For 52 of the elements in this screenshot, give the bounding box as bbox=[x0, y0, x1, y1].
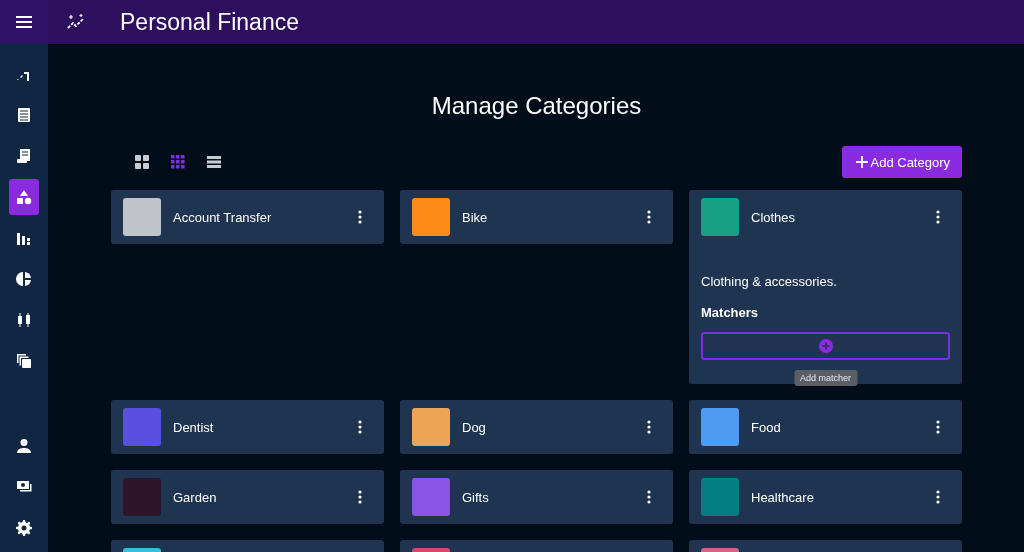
category-name: Gifts bbox=[462, 489, 490, 505]
more-icon bbox=[936, 210, 940, 224]
menu-button[interactable] bbox=[0, 0, 48, 44]
more-icon bbox=[647, 420, 651, 434]
grid-icon bbox=[134, 154, 150, 170]
more-icon bbox=[936, 420, 940, 434]
shapes-icon bbox=[16, 189, 32, 205]
category-name: Bike bbox=[462, 209, 489, 225]
page-title: Manage Categories bbox=[430, 92, 643, 120]
category-card[interactable]: Dentist bbox=[111, 400, 384, 454]
nav-item[interactable] bbox=[9, 179, 39, 215]
category-card[interactable]: Bike bbox=[400, 190, 673, 244]
list-icon bbox=[16, 107, 32, 123]
plus-circle-icon bbox=[818, 339, 833, 353]
person-icon bbox=[16, 438, 32, 454]
copy-icon bbox=[16, 353, 32, 369]
category-name: Healthcare bbox=[751, 489, 815, 505]
add-category-button[interactable]: Add Category bbox=[841, 146, 962, 178]
tooltip: Add matcher bbox=[794, 370, 857, 386]
grid-icon bbox=[170, 154, 186, 170]
more-icon bbox=[647, 210, 651, 224]
list-icon bbox=[206, 154, 222, 170]
matchers-heading: Matchers bbox=[701, 305, 760, 320]
bar-chart-icon bbox=[16, 230, 32, 246]
receipt-icon bbox=[16, 148, 32, 164]
category-card[interactable]: Clothes Clothing & accessories. Matchers Add matcher bbox=[689, 190, 962, 384]
category-card[interactable]: Account Transfer bbox=[111, 190, 384, 244]
app-title: Personal Finance bbox=[120, 8, 299, 36]
category-card[interactable]: Gifts bbox=[400, 470, 673, 524]
category-card[interactable]: Healthcare bbox=[689, 470, 962, 524]
more-icon bbox=[358, 420, 362, 434]
more-icon bbox=[358, 490, 362, 504]
more-icon bbox=[936, 490, 940, 504]
category-name: Food bbox=[751, 419, 782, 435]
candlestick-icon bbox=[16, 312, 32, 328]
settings-icon bbox=[16, 520, 32, 536]
category-name: Dog bbox=[462, 419, 487, 435]
category-name: Garden bbox=[173, 489, 218, 505]
pie-chart-icon bbox=[16, 271, 32, 287]
menu-icon bbox=[16, 16, 32, 28]
category-card[interactable]: Garden bbox=[111, 470, 384, 524]
more-icon bbox=[358, 210, 362, 224]
sparkle-chart-icon bbox=[67, 14, 85, 30]
category-name: Dentist bbox=[173, 419, 215, 435]
cash-icon bbox=[16, 479, 32, 495]
category-card[interactable]: Dog bbox=[400, 400, 673, 454]
category-card[interactable]: Food bbox=[689, 400, 962, 454]
category-name: Clothes bbox=[751, 209, 797, 225]
more-icon bbox=[647, 490, 651, 504]
category-description: Clothing & accessories. bbox=[701, 274, 838, 289]
plus-icon bbox=[855, 156, 868, 168]
category-name: Account Transfer bbox=[173, 209, 273, 225]
